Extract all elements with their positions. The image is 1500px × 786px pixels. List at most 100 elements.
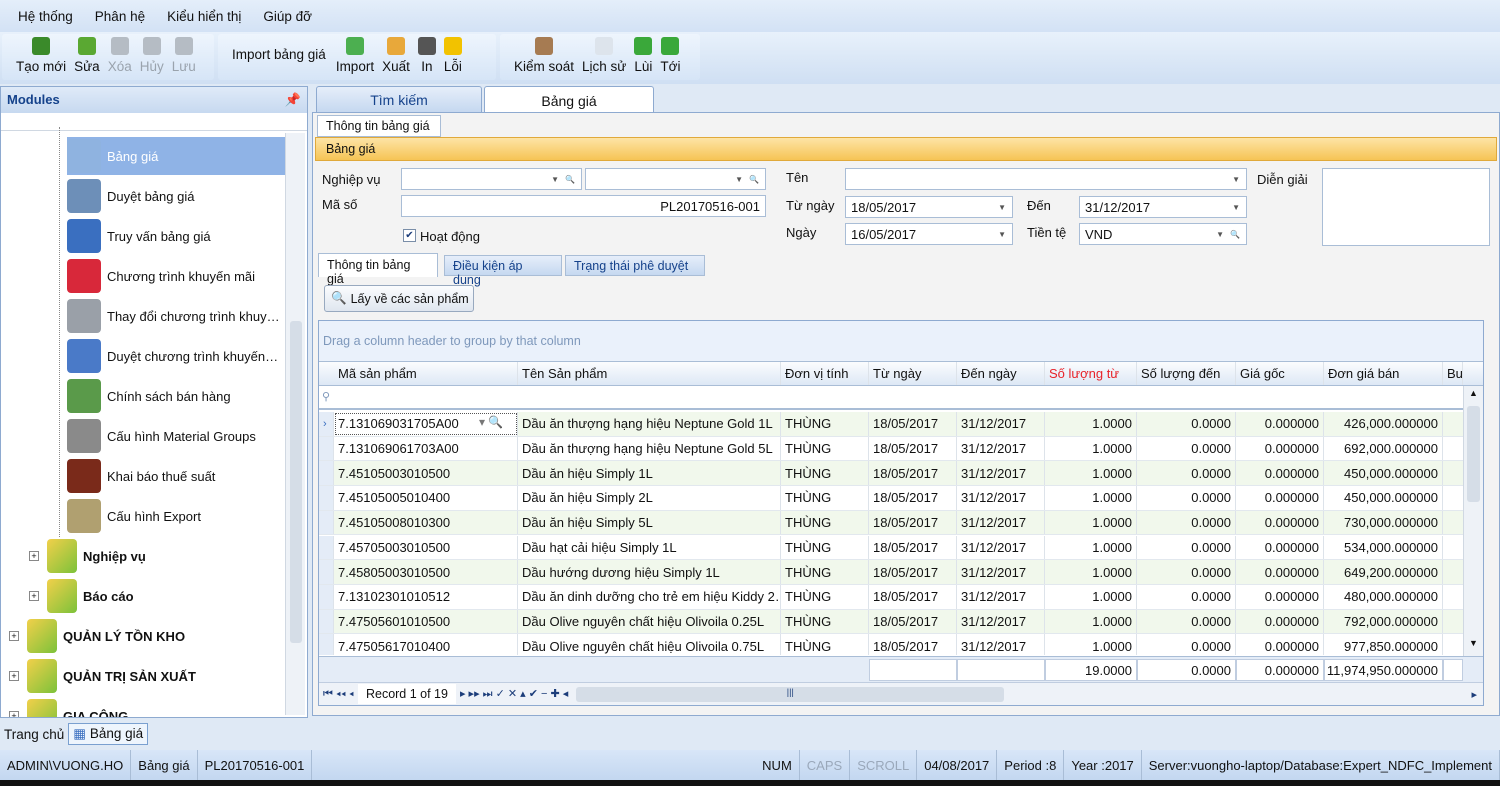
table-cell[interactable]: THÙNG	[781, 436, 869, 461]
table-cell[interactable]: 18/05/2017	[869, 609, 957, 634]
sidebar-item[interactable]: Duyệt chương trình khuyến…	[67, 337, 285, 375]
next-record-icon[interactable]: ▸ ▸▸ ⏭ ✓ ✕ ▴ ✔ − ✚ ◂	[456, 687, 572, 701]
search-icon[interactable]: 🔍	[1230, 230, 1240, 239]
table-cell[interactable]: 18/05/2017	[869, 436, 957, 461]
table-row[interactable]: 7.45105005010400 Dầu ăn hiệu Simply 2L THÙ…	[319, 486, 1463, 511]
xóa-button[interactable]: Xóa	[108, 37, 132, 74]
ma-so-input[interactable]: PL20170516-001	[401, 195, 766, 217]
inner-tab-trang-thai[interactable]: Trạng thái phê duyệt	[565, 255, 705, 276]
table-cell[interactable]: 0.000000	[1236, 535, 1324, 560]
grid-hscroll-thumb[interactable]: |||	[576, 686, 1005, 702]
table-cell[interactable]: 31/12/2017	[957, 584, 1045, 609]
table-row[interactable]: 7.45705003010500 Dầu hạt cải hiệu Simply …	[319, 535, 1463, 561]
column-header[interactable]: Đơn vị tính	[781, 362, 869, 385]
sidebar-scrollbar[interactable]	[285, 133, 305, 715]
table-cell[interactable]: THÙNG	[781, 461, 869, 486]
table-cell[interactable]: 31/12/2017	[957, 412, 1045, 436]
row-indicator[interactable]	[319, 584, 334, 609]
table-cell[interactable]: THÙNG	[781, 609, 869, 634]
table-cell[interactable]: 18/05/2017	[869, 510, 957, 535]
expand-icon[interactable]: +	[9, 631, 19, 641]
row-indicator[interactable]	[319, 609, 334, 634]
table-cell[interactable]: 977,850.000000	[1324, 634, 1443, 655]
table-cell[interactable]: 692,000.000000	[1324, 436, 1443, 461]
sidebar-item[interactable]: Khai báo thuế suất	[67, 457, 285, 495]
row-indicator[interactable]	[319, 535, 334, 560]
column-header[interactable]: Số lượng từ	[1045, 362, 1137, 385]
table-cell[interactable]: 0.000000	[1236, 560, 1324, 584]
table-cell[interactable]: THÙNG	[781, 486, 869, 510]
table-cell[interactable]: 7.45105003010500	[334, 461, 518, 486]
table-cell[interactable]: 31/12/2017	[957, 535, 1045, 560]
column-header[interactable]: Tên Sản phẩm	[518, 362, 781, 385]
table-cell[interactable]: 0.0000	[1137, 560, 1236, 584]
tien-te-select[interactable]: VND ▼ 🔍	[1079, 223, 1247, 245]
table-cell[interactable]: 1.0000	[1045, 436, 1137, 461]
column-header[interactable]: Busine	[1443, 362, 1463, 385]
table-cell[interactable]: 0.0000	[1137, 436, 1236, 461]
row-indicator[interactable]	[319, 510, 334, 535]
table-cell[interactable]: 1.0000	[1045, 535, 1137, 560]
table-cell[interactable]: 7.45105008010300	[334, 510, 518, 535]
table-cell[interactable]: THÙNG	[781, 412, 869, 436]
table-cell[interactable]: 480,000.000000	[1324, 584, 1443, 609]
table-cell[interactable]: 0.0000	[1137, 535, 1236, 560]
table-cell[interactable]: Dầu ăn hiệu Simply 1L	[518, 461, 781, 486]
menu-giup-do[interactable]: Giúp đỡ	[263, 9, 312, 24]
table-cell[interactable]: THÙNG	[781, 560, 869, 584]
menu-he-thong[interactable]: Hệ thống	[18, 9, 73, 24]
row-indicator[interactable]	[319, 461, 334, 486]
table-cell[interactable]: 18/05/2017	[869, 412, 957, 436]
table-cell[interactable]: 426,000.000000	[1324, 412, 1443, 436]
table-cell[interactable]: Dầu ăn dinh dưỡng cho trẻ em hiệu Kiddy …	[518, 584, 781, 609]
sidebar-item[interactable]: Duyệt bảng giá	[67, 177, 285, 215]
den-picker[interactable]: 31/12/2017 ▼	[1079, 196, 1247, 218]
lịch-sử-button[interactable]: Lịch sử	[582, 37, 626, 74]
table-cell[interactable]: 31/12/2017	[957, 609, 1045, 634]
sidebar-folder[interactable]: + Báo cáo	[29, 577, 134, 615]
table-cell[interactable]: 7.45805003010500	[334, 560, 518, 584]
table-cell[interactable]: 1.0000	[1045, 461, 1137, 486]
table-cell[interactable]: 31/12/2017	[957, 634, 1045, 655]
table-cell[interactable]: 0.0000	[1137, 412, 1236, 436]
table-cell[interactable]: 7.13102301010512	[334, 584, 518, 609]
current-row-indicator[interactable]: ›	[319, 412, 334, 436]
table-cell[interactable]: 1.0000	[1045, 584, 1137, 609]
table-cell[interactable]: 534,000.000000	[1324, 535, 1443, 560]
table-cell[interactable]: Dầu ăn thượng hạng hiệu Neptune Gold 5L	[518, 436, 781, 461]
fetch-products-button[interactable]: 🔍 Lấy về các sản phẩm	[324, 285, 474, 312]
table-cell[interactable]: 0.0000	[1137, 634, 1236, 655]
sidebar-item[interactable]: Thay đổi chương trình khuy…	[67, 297, 285, 335]
first-record-icon[interactable]: ⏮ ◂◂ ◂	[319, 688, 358, 701]
import-button[interactable]: Import	[336, 37, 374, 74]
table-cell[interactable]: 0.000000	[1236, 412, 1324, 436]
table-cell[interactable]: Dầu ăn hiệu Simply 5L	[518, 510, 781, 535]
lỗi-button[interactable]: Lỗi	[443, 37, 462, 74]
sidebar-item[interactable]: Truy vấn bảng giá	[67, 217, 285, 255]
sidebar-folder[interactable]: + Nghiệp vụ	[29, 537, 146, 575]
sidebar-item[interactable]: Cấu hình Export	[67, 497, 285, 535]
tu-ngay-picker[interactable]: 18/05/2017 ▼	[845, 196, 1013, 218]
table-row[interactable]: 7.131069061703A00 Dầu ăn thượng hạng hiệu…	[319, 436, 1463, 462]
table-row[interactable]: 7.13102301010512 Dầu ăn dinh dưỡng cho tr…	[319, 584, 1463, 610]
lùi-button[interactable]: Lùi	[634, 37, 652, 74]
table-cell[interactable]: 18/05/2017	[869, 535, 957, 560]
table-cell[interactable]: THÙNG	[781, 634, 869, 655]
hủy-button[interactable]: Hủy	[140, 37, 164, 74]
table-cell[interactable]: 0.0000	[1137, 584, 1236, 609]
dien-giai-textarea[interactable]	[1322, 168, 1490, 246]
ngay-picker[interactable]: 16/05/2017 ▼	[845, 223, 1013, 245]
table-cell[interactable]: 31/12/2017	[957, 436, 1045, 461]
table-cell[interactable]: 0.0000	[1137, 609, 1236, 634]
grid-vscrollbar[interactable]: ▲ ▼	[1463, 386, 1483, 656]
table-cell[interactable]: 0.000000	[1236, 461, 1324, 486]
filter-icon[interactable]: ⚲	[322, 390, 330, 403]
table-cell[interactable]: 450,000.000000	[1324, 461, 1443, 486]
table-cell[interactable]: 0.000000	[1236, 510, 1324, 535]
table-cell[interactable]: 649,200.000000	[1324, 560, 1443, 584]
sidebar-folder[interactable]: + GIA CÔNG	[9, 697, 128, 717]
table-cell[interactable]: 31/12/2017	[957, 461, 1045, 486]
table-cell[interactable]: THÙNG	[781, 510, 869, 535]
table-cell[interactable]: 0.000000	[1236, 634, 1324, 655]
column-header[interactable]: Mã sản phẩm	[334, 362, 518, 385]
